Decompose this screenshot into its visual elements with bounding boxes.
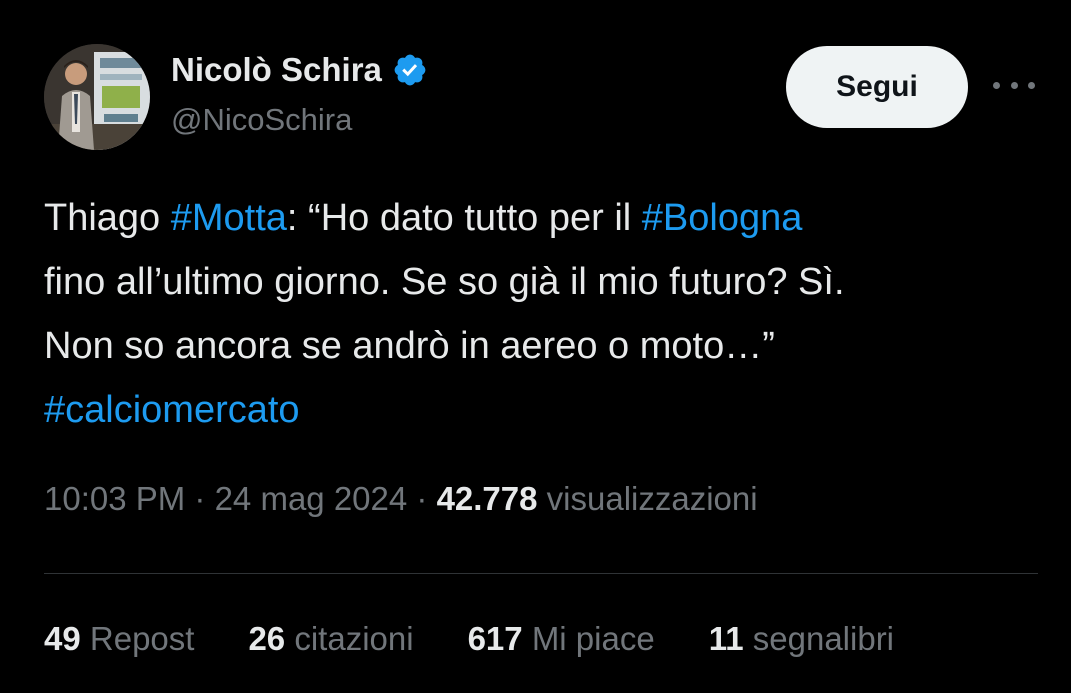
- stat-count: 49: [44, 620, 81, 657]
- author-display-name[interactable]: Nicolò Schira: [171, 51, 382, 89]
- tweet-line: #calciomercato: [44, 378, 1034, 442]
- tweet-time[interactable]: 10:03 PM: [44, 480, 185, 517]
- stat-label: segnalibri: [752, 620, 895, 657]
- tweet-text-segment: fino all’ultimo giorno. Se so già il mio…: [44, 261, 845, 303]
- stat-quotes[interactable]: 26 citazioni: [248, 620, 413, 658]
- stat-label: Mi piace: [531, 620, 655, 657]
- avatar-photo: [44, 44, 150, 150]
- verified-badge-icon: [394, 54, 426, 86]
- avatar[interactable]: [44, 44, 150, 150]
- tweet-line: fino all’ultimo giorno. Se so già il mio…: [44, 250, 1034, 314]
- engagement-stats: 49 Repost 26 citazioni 617 Mi piace 11 s…: [44, 620, 948, 658]
- stat-count: 617: [467, 620, 523, 657]
- meta-separator: ·: [407, 480, 437, 517]
- views-count: 42.778: [436, 480, 538, 517]
- tweet-line: Non so ancora se andrò in aereo o moto…”: [44, 314, 1034, 378]
- stat-reposts[interactable]: 49 Repost: [44, 620, 194, 658]
- tweet-line: Thiago #Motta: “Ho dato tutto per il #Bo…: [44, 186, 1034, 250]
- hashtag-link[interactable]: #Bologna: [642, 197, 803, 239]
- stat-label: Repost: [89, 620, 195, 657]
- stat-likes[interactable]: 617 Mi piace: [468, 620, 655, 658]
- ellipsis-dot: [1028, 81, 1035, 89]
- ellipsis-dot: [1010, 81, 1018, 89]
- stat-count: 26: [248, 620, 286, 657]
- tweet-date[interactable]: 24 mag 2024: [215, 480, 408, 517]
- tweet-text-segment: Thiago: [44, 197, 171, 239]
- hashtag-link[interactable]: #calciomercato: [44, 389, 300, 431]
- tweet-meta: 10:03 PM · 24 mag 2024 · 42.778 visualiz…: [44, 480, 758, 518]
- meta-separator: ·: [185, 480, 215, 517]
- author-handle[interactable]: @NicoSchira: [171, 102, 352, 138]
- tweet-text-segment: Non so ancora se andrò in aereo o moto…”: [44, 325, 775, 367]
- author-name-row[interactable]: Nicolò Schira: [171, 48, 428, 92]
- divider: [44, 573, 1038, 574]
- stat-count: 11: [708, 620, 744, 657]
- hashtag-link[interactable]: #Motta: [171, 197, 287, 239]
- more-options-icon[interactable]: [993, 74, 1035, 96]
- tweet-text-segment: : “Ho dato tutto per il: [286, 197, 642, 239]
- stat-label: citazioni: [294, 620, 414, 657]
- views-label: visualizzazioni: [546, 480, 758, 517]
- follow-button[interactable]: Segui: [786, 46, 968, 128]
- tweet-text: Thiago #Motta: “Ho dato tutto per il #Bo…: [44, 186, 1034, 442]
- ellipsis-dot: [993, 81, 1000, 89]
- stat-bookmarks[interactable]: 11 segnalibri: [709, 620, 894, 658]
